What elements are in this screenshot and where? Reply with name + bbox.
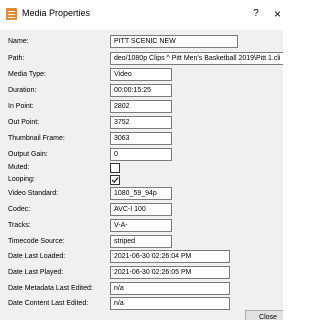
date-last-played-field[interactable]: 2021-06-30 02:26:05 PM — [110, 266, 230, 279]
media-type-label: Media Type: — [8, 71, 47, 78]
video-standard-field[interactable]: 1080_59_94p — [110, 187, 172, 200]
row-timecode-source: Timecode Source: striped — [0, 235, 283, 248]
name-field[interactable]: PITT SCENIC NEW — [110, 35, 238, 48]
codec-field[interactable]: AVC-I 100 — [110, 203, 172, 216]
date-content-last-edited-field[interactable]: n/a — [110, 297, 230, 310]
row-media-type: Media Type: Video — [0, 68, 283, 81]
thumbnail-frame-label: Thumbnail Frame: — [8, 135, 65, 142]
codec-label: Codec: — [8, 206, 31, 213]
row-date-last-played: Date Last Played: 2021-06-30 02:26:05 PM — [0, 266, 283, 279]
row-output-gain: Output Gain: 0 — [0, 148, 283, 161]
media-properties-dialog: Media Properties ? × Name: PITT SCENIC N… — [0, 0, 283, 320]
row-date-last-loaded: Date Last Loaded: 2021-06-30 02:26:04 PM — [0, 250, 283, 263]
output-gain-field[interactable]: 0 — [110, 148, 172, 161]
date-last-loaded-field[interactable]: 2021-06-30 02:26:04 PM — [110, 250, 230, 263]
path-label: Path: — [8, 55, 25, 62]
close-button[interactable]: Close — [245, 310, 283, 320]
in-point-field[interactable]: 2802 — [110, 100, 172, 113]
tracks-label: Tracks: — [8, 222, 31, 229]
looping-checkbox[interactable] — [110, 175, 120, 185]
row-path: Path: deo/1080p Clips ^ Pitt Men's Baske… — [0, 52, 283, 65]
muted-checkbox[interactable] — [110, 163, 120, 173]
row-tracks: Tracks: V-A- — [0, 219, 283, 232]
video-standard-label: Video Standard: — [8, 190, 59, 197]
path-field[interactable]: deo/1080p Clips ^ Pitt Men's Basketball … — [110, 52, 283, 65]
date-metadata-last-edited-field[interactable]: n/a — [110, 282, 230, 295]
row-codec: Codec: AVC-I 100 — [0, 203, 283, 216]
timecode-source-field[interactable]: striped — [110, 235, 172, 248]
row-looping: Looping: — [0, 173, 283, 186]
tracks-field[interactable]: V-A- — [110, 219, 172, 232]
checkmark-icon — [111, 177, 119, 183]
timecode-source-label: Timecode Source: — [8, 238, 65, 245]
date-last-played-label: Date Last Played: — [8, 269, 64, 276]
row-thumbnail-frame: Thumbnail Frame: 3063 — [0, 132, 283, 145]
duration-field[interactable]: 00:00:15:25 — [110, 84, 172, 97]
name-label: Name: — [8, 38, 29, 45]
output-gain-label: Output Gain: — [8, 151, 48, 158]
date-content-last-edited-label: Date Content Last Edited: — [8, 300, 89, 307]
date-last-loaded-label: Date Last Loaded: — [8, 253, 66, 260]
row-out-point: Out Point: 3752 — [0, 116, 283, 129]
date-metadata-last-edited-label: Date Metadata Last Edited: — [8, 285, 93, 292]
row-video-standard: Video Standard: 1080_59_94p — [0, 187, 283, 200]
out-point-field[interactable]: 3752 — [110, 116, 172, 129]
in-point-label: In Point: — [8, 103, 34, 110]
duration-label: Duration: — [8, 87, 37, 94]
row-name: Name: PITT SCENIC NEW — [0, 35, 283, 48]
out-point-label: Out Point: — [8, 119, 40, 126]
thumbnail-frame-field[interactable]: 3063 — [110, 132, 172, 145]
row-in-point: In Point: 2802 — [0, 100, 283, 113]
row-duration: Duration: 00:00:15:25 — [0, 84, 283, 97]
media-type-field[interactable]: Video — [110, 68, 172, 81]
row-date-metadata-last-edited: Date Metadata Last Edited: n/a — [0, 282, 283, 295]
row-date-content-last-edited: Date Content Last Edited: n/a — [0, 297, 283, 310]
looping-label: Looping: — [8, 176, 35, 183]
properties-form: Name: PITT SCENIC NEW Path: deo/1080p Cl… — [0, 0, 283, 320]
